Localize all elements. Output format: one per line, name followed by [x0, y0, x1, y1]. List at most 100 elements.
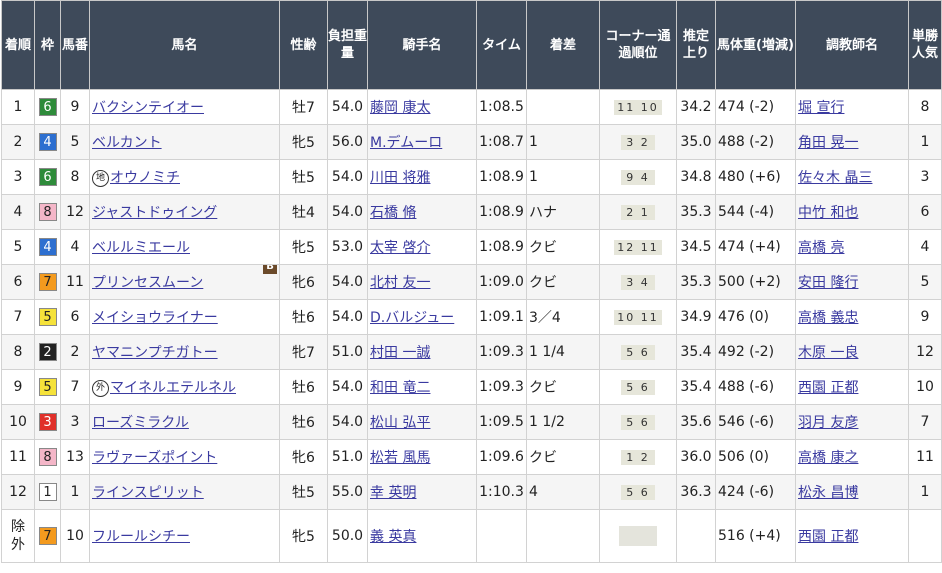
horse-name-link[interactable]: ラインスピリット: [92, 485, 204, 501]
table-row: 10 3 3 ローズミラクル 牡6 54.0 松山 弘平 1:09.5 1 1/2 5 6 35.6…: [1, 404, 942, 440]
sexage-cell: 牝5: [279, 509, 328, 563]
waku-badge: 6: [38, 98, 57, 116]
table-row: 12 1 1 ラインスピリット 牡5 55.0 幸 英明 1:10.3 4 5 6 36.3 424 …: [1, 474, 942, 510]
sexage-cell: 牡5: [279, 474, 328, 510]
popularity-cell: [908, 509, 942, 563]
corner-positions: 5 6: [621, 415, 655, 430]
waku-cell: 6: [34, 89, 61, 125]
waku-badge: 4: [38, 133, 57, 151]
horse-name-link[interactable]: マイネルエテルネル: [110, 380, 236, 396]
trainer-link[interactable]: 松永 昌博: [798, 485, 858, 501]
horse-name-link[interactable]: バクシンテイオー: [92, 100, 204, 116]
trainer-link[interactable]: 角田 晃一: [798, 135, 858, 151]
jockey-link[interactable]: 松山 弘平: [370, 415, 430, 431]
rank-cell: 8: [1, 334, 35, 370]
jockey-link[interactable]: 村田 一誠: [370, 345, 430, 361]
waku-cell: 1: [34, 474, 61, 510]
margin-cell: クビ: [526, 264, 600, 300]
jockey-cell: 義 英真: [367, 509, 477, 563]
waku-badge: 1: [38, 483, 57, 501]
trainer-link[interactable]: 木原 一良: [798, 345, 858, 361]
body-weight-cell: 480 (+6): [715, 159, 796, 195]
horse-name-link[interactable]: フルールシチー: [92, 529, 190, 545]
jockey-link[interactable]: 北村 友一: [370, 275, 430, 291]
jockey-link[interactable]: 和田 竜二: [370, 380, 430, 396]
sexage-cell: 牡6: [279, 299, 328, 335]
corner-cell: 11 10: [599, 89, 677, 125]
jockey-link[interactable]: 幸 英明: [370, 485, 416, 501]
trainer-link[interactable]: 高橋 亮: [798, 240, 844, 256]
popularity-cell: 5: [908, 264, 942, 300]
table-row: 1 6 9 バクシンテイオー 牡7 54.0 藤岡 康太 1:08.5 11 10 34.2 474…: [1, 89, 942, 125]
horse-name-link[interactable]: プリンセスムーン: [92, 275, 203, 291]
weight-cell: 56.0: [327, 124, 368, 160]
header-jockey: 騎手名: [367, 0, 477, 90]
trainer-link[interactable]: 高橋 義忠: [798, 310, 858, 326]
trainer-link[interactable]: 高橋 康之: [798, 450, 858, 466]
umaban-cell: 4: [60, 229, 90, 265]
last3f-cell: [676, 509, 716, 563]
header-trainer: 調教師名: [795, 0, 909, 90]
header-umaban: 馬番: [60, 0, 90, 90]
horse-name-link[interactable]: メイショウライナー: [92, 310, 218, 326]
header-rank: 着順: [1, 0, 35, 90]
popularity-cell: 9: [908, 299, 942, 335]
horse-name-link[interactable]: オウノミチ: [110, 170, 180, 186]
horse-name-link[interactable]: ジャストドゥイング: [92, 205, 217, 221]
margin-cell: [526, 509, 600, 563]
jockey-link[interactable]: D.バルジュー: [370, 310, 454, 326]
weight-cell: 51.0: [327, 334, 368, 370]
table-row: 8 2 2 ヤマニンプチガトー 牝7 51.0 村田 一誠 1:09.3 1 1/4 5 6 35.…: [1, 334, 942, 370]
corner-cell: [599, 509, 677, 563]
margin-cell: 1 1/4: [526, 334, 600, 370]
jockey-link[interactable]: 藤岡 康太: [370, 100, 430, 116]
horse-name-link[interactable]: ローズミラクル: [92, 415, 189, 431]
jockey-link[interactable]: 石橋 脩: [370, 205, 416, 221]
horse-name-link[interactable]: ラヴァーズポイント: [92, 450, 217, 466]
jockey-link[interactable]: M.デムーロ: [370, 135, 442, 151]
horse-cell: ラインスピリット: [89, 474, 280, 510]
horse-name-link[interactable]: ベルルミエール: [92, 240, 190, 256]
jockey-link[interactable]: 川田 将雅: [370, 170, 430, 186]
trainer-link[interactable]: 西園 正都: [798, 529, 858, 545]
horse-name-link[interactable]: ベルカント: [92, 135, 162, 151]
corner-cell: 10 11: [599, 299, 677, 335]
time-cell: 1:08.9: [476, 194, 527, 230]
waku-cell: 3: [34, 404, 61, 440]
trainer-link[interactable]: 堀 宣行: [798, 100, 844, 116]
time-cell: [476, 509, 527, 563]
horse-cell: プリンセスムーン B: [89, 264, 280, 300]
margin-cell: ハナ: [526, 194, 600, 230]
time-cell: 1:08.7: [476, 124, 527, 160]
jockey-cell: 川田 将雅: [367, 159, 477, 195]
horse-name-link[interactable]: ヤマニンプチガトー: [92, 345, 218, 361]
last3f-cell: 35.3: [676, 194, 716, 230]
horse-cell: ヤマニンプチガトー: [89, 334, 280, 370]
horse-cell: 外マイネルエテルネル: [89, 369, 280, 405]
umaban-cell: 2: [60, 334, 90, 370]
popularity-cell: 8: [908, 89, 942, 125]
trainer-link[interactable]: 佐々木 晶三: [798, 170, 872, 186]
trainer-link[interactable]: 羽月 友彦: [798, 415, 858, 431]
corner-positions: 10 11: [614, 310, 662, 325]
waku-badge: 7: [38, 527, 57, 545]
table-row: 除外 7 10 フルールシチー 牝5 50.0 義 英真 516 (+4) 西園 正都: [1, 509, 942, 563]
weight-cell: 54.0: [327, 194, 368, 230]
jockey-link[interactable]: 松若 風馬: [370, 450, 430, 466]
waku-cell: 5: [34, 369, 61, 405]
weight-cell: 51.0: [327, 439, 368, 475]
corner-cell: 5 6: [599, 474, 677, 510]
umaban-cell: 12: [60, 194, 90, 230]
header-horse: 馬名: [89, 0, 280, 90]
jockey-cell: 和田 竜二: [367, 369, 477, 405]
jockey-link[interactable]: 義 英真: [370, 529, 416, 545]
trainer-link[interactable]: 中竹 和也: [798, 205, 858, 221]
popularity-cell: 10: [908, 369, 942, 405]
trainer-cell: 松永 昌博: [795, 474, 909, 510]
waku-cell: 8: [34, 439, 61, 475]
trainer-cell: 高橋 義忠: [795, 299, 909, 335]
header-margin: 着差: [526, 0, 600, 90]
jockey-link[interactable]: 太宰 啓介: [370, 240, 430, 256]
trainer-link[interactable]: 西園 正都: [798, 380, 858, 396]
trainer-link[interactable]: 安田 隆行: [798, 275, 858, 291]
